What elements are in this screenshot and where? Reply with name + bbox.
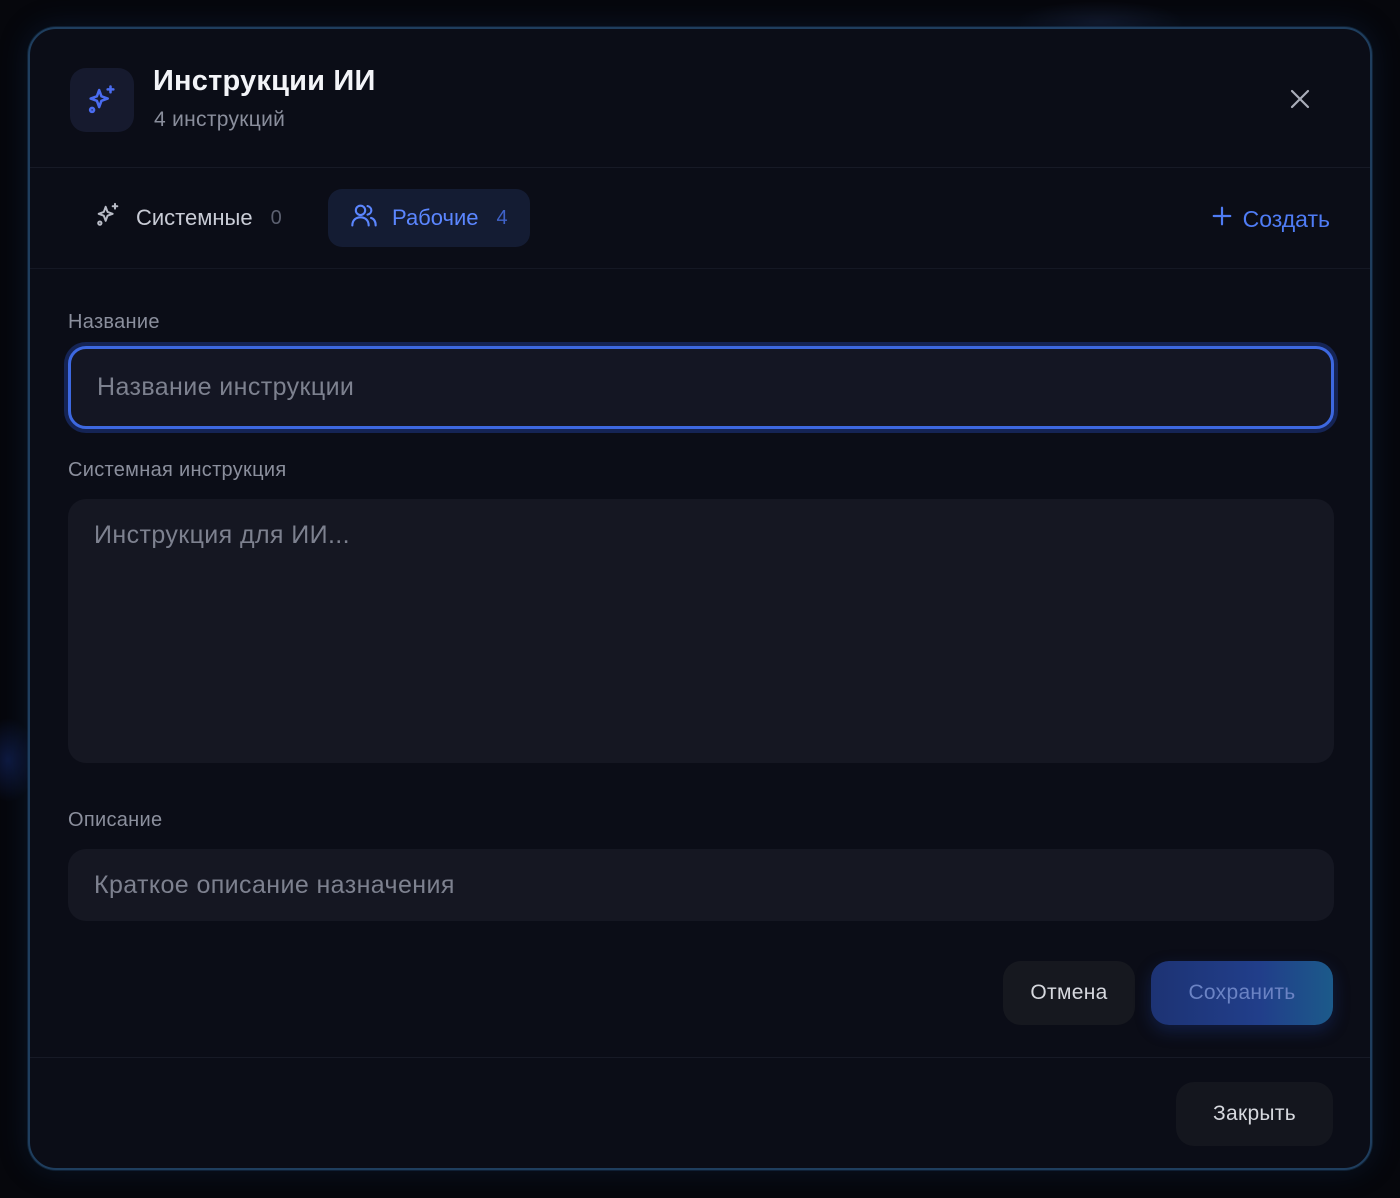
tab-count: 0 (270, 206, 282, 229)
create-label: Создать (1242, 205, 1330, 232)
plus-icon (1211, 205, 1233, 233)
close-icon[interactable] (1280, 79, 1320, 119)
tab-count: 4 (496, 206, 508, 229)
tab-label: Системные (136, 205, 253, 230)
tab-label: Рабочие (392, 205, 479, 230)
sparkles-icon (70, 68, 134, 132)
description-input[interactable] (68, 849, 1334, 921)
dialog-header: Инструкции ИИ 4 инструкций (30, 29, 1370, 168)
dialog-footer: Закрыть (30, 1057, 1370, 1168)
close-button[interactable]: Закрыть (1176, 1082, 1333, 1146)
name-label: Название (68, 311, 160, 333)
save-button[interactable]: Сохранить (1151, 961, 1333, 1025)
instruction-tabs: Системные 0 Рабочие 4 Создать (30, 169, 1370, 269)
description-label: Описание (68, 809, 163, 831)
sparkles-icon (94, 201, 122, 235)
tab-work[interactable]: Рабочие 4 (328, 189, 530, 247)
instructions-dialog: Инструкции ИИ 4 инструкций Системные 0 Р… (28, 27, 1372, 1170)
create-button[interactable]: Создать (1211, 199, 1330, 239)
dialog-subtitle: 4 инструкций (154, 108, 286, 131)
cancel-button[interactable]: Отмена (1003, 961, 1135, 1025)
users-icon (350, 201, 378, 235)
tab-system[interactable]: Системные 0 (72, 189, 304, 247)
instruction-label: Системная инструкция (68, 459, 287, 481)
dialog-title: Инструкции ИИ (153, 65, 376, 97)
instruction-textarea[interactable] (68, 499, 1334, 763)
name-input[interactable] (68, 346, 1334, 429)
